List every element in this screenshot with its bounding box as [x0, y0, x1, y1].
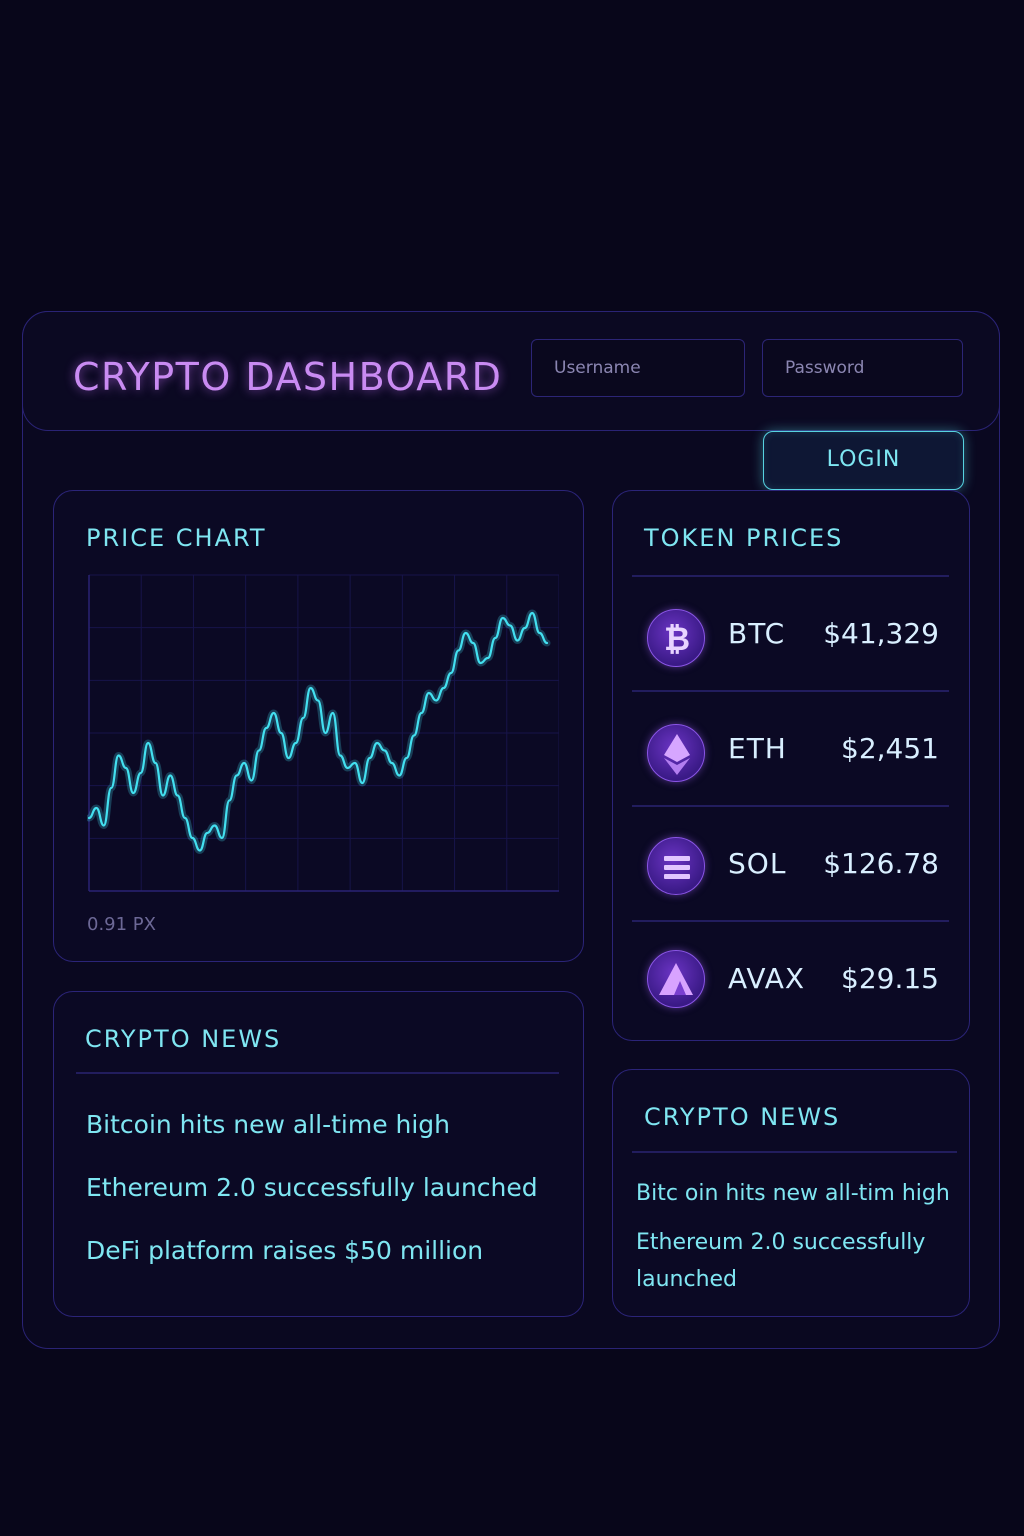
username-input[interactable]	[531, 339, 745, 397]
token-price: $41,329	[823, 617, 939, 650]
solana-icon	[647, 837, 705, 895]
token-row-sol[interactable]: SOL $126.78	[632, 807, 949, 921]
token-price: $126.78	[823, 847, 939, 880]
token-symbol: AVAX	[728, 962, 806, 995]
crypto-news-side-title: CRYPTO NEWS	[644, 1103, 841, 1131]
news-item[interactable]: Ethereum 2.0 successfully	[636, 1230, 925, 1255]
token-symbol: ETH	[728, 732, 787, 765]
token-prices-title: TOKEN PRICES	[644, 524, 844, 552]
bitcoin-icon: ₿	[647, 609, 705, 667]
news-item[interactable]: Bitcoin hits new all-time high	[86, 1110, 450, 1139]
app-title: CRYPTO DASHBOARD	[73, 355, 503, 399]
password-input[interactable]	[762, 339, 963, 397]
token-price: $2,451	[841, 732, 939, 765]
news-item[interactable]: Bitc oin hits new all-tim high	[636, 1181, 950, 1206]
token-price: $29.15	[841, 962, 939, 995]
news-item[interactable]: Ethereum 2.0 successfully launched	[86, 1173, 538, 1202]
news-item[interactable]: launched	[636, 1267, 737, 1292]
price-line-glow	[87, 609, 551, 855]
token-row-btc[interactable]: ₿ BTC $41,329	[632, 577, 949, 691]
crypto-news-title: CRYPTO NEWS	[85, 1025, 282, 1053]
svg-text:₿: ₿	[664, 620, 690, 658]
price-chart-title: PRICE CHART	[86, 524, 267, 552]
token-symbol: BTC	[728, 617, 786, 650]
ethereum-icon	[647, 724, 705, 782]
login-button[interactable]: LOGIN	[763, 431, 964, 490]
avalanche-icon	[647, 950, 705, 1008]
divider	[76, 1072, 559, 1074]
news-item[interactable]: DeFi platform raises $50 million	[86, 1236, 483, 1265]
chart-footer-label: 0.91 PX	[87, 914, 156, 935]
token-row-avax[interactable]: AVAX $29.15	[632, 922, 949, 1036]
token-symbol: SOL	[728, 847, 787, 880]
divider	[632, 1151, 957, 1153]
price-line-chart	[87, 574, 559, 892]
token-row-eth[interactable]: ETH $2,451	[632, 692, 949, 806]
